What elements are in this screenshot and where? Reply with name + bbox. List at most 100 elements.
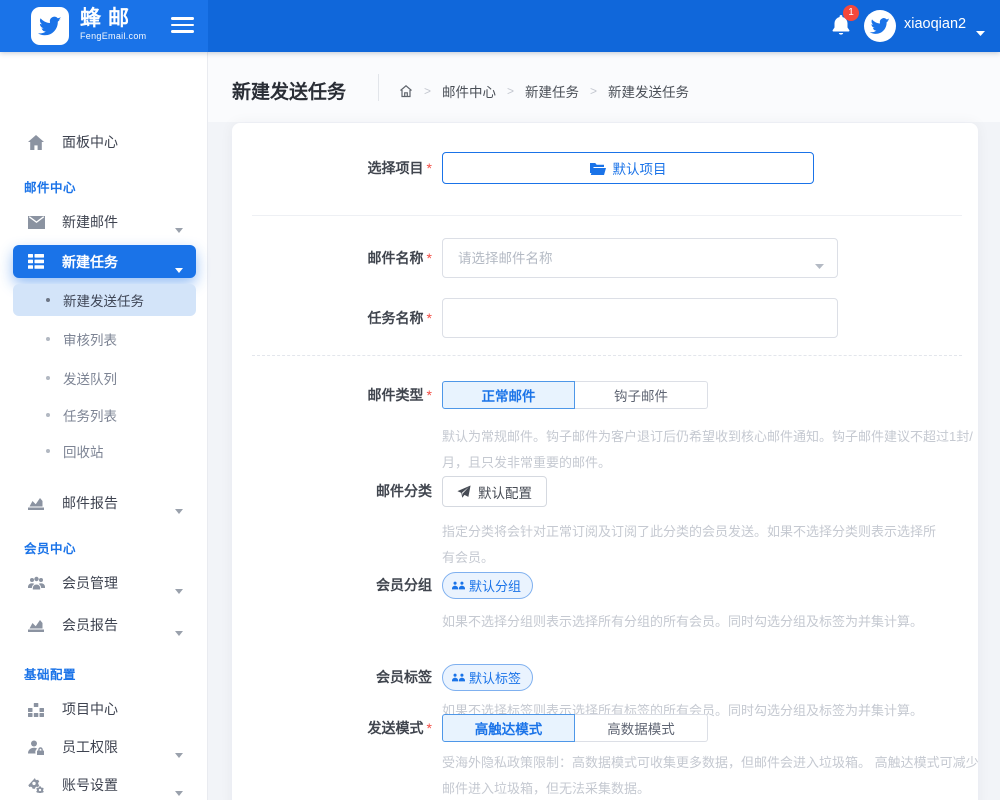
title-divider [378, 74, 379, 101]
field-label-project: 选择项目 * [367, 160, 432, 176]
app-logo[interactable] [31, 7, 69, 45]
sidebar-item-label: 项目中心 [62, 701, 118, 717]
sidebar-item-new-task[interactable]: 新建任务 [13, 245, 196, 278]
mail-type-option-normal[interactable]: 正常邮件 [442, 381, 575, 409]
content-area: 选择项目* 默认项目 邮件名称* 任务名称* [208, 122, 1000, 800]
bird-logo-icon [37, 16, 62, 36]
chevron-down-icon [175, 745, 183, 761]
field-row-project: 选择项目 * 默认项目 [232, 152, 978, 184]
sidebar-subitem-review-list[interactable]: 审核列表 [13, 324, 196, 354]
menu-toggle-icon[interactable] [171, 17, 194, 35]
sidebar-item-mail-report[interactable]: 邮件报告 [13, 488, 196, 518]
users-icon [452, 581, 465, 590]
sidebar-subitem-send-queue[interactable]: 发送队列 [13, 363, 196, 393]
field-row-send-mode: 发送模式 * 高触达模式 高数据模式 [232, 714, 978, 742]
field-row-mail-name: 邮件名称 * [232, 238, 978, 278]
sidebar-item-dashboard[interactable]: 面板中心 [13, 127, 196, 157]
bullet-dot [46, 376, 50, 380]
task-name-input[interactable] [442, 298, 838, 338]
chevron-down-icon [175, 581, 183, 597]
envelope-icon [28, 214, 45, 230]
sidebar-subitem-recycle-bin[interactable]: 回收站 [13, 436, 196, 466]
sidebar-item-account-settings[interactable]: 账号设置 [13, 770, 196, 800]
chart-icon [28, 495, 45, 511]
sidebar-item-project-center[interactable]: 项目中心 [13, 694, 196, 724]
notification-badge: 1 [843, 5, 859, 21]
page-title: 新建发送任务 [232, 82, 347, 103]
sidebar-item-label: 新建任务 [62, 253, 118, 270]
mail-type-help-text: 默认为常规邮件。钩子邮件为客户退订后仍希望收到核心邮件通知。钩子邮件建议不超过1… [442, 429, 973, 470]
section-divider-dashed [252, 355, 962, 356]
sidebar-section-mail-center: 邮件中心 [24, 181, 77, 195]
home-icon [28, 134, 45, 150]
select-caret-icon [815, 257, 824, 275]
sidebar-section-member-center: 会员中心 [24, 542, 77, 556]
mail-name-select-input[interactable] [443, 239, 837, 277]
sidebar-subitem-label: 任务列表 [63, 409, 117, 424]
bullet-dot [46, 298, 50, 302]
send-mode-option-high-data[interactable]: 高数据模式 [575, 714, 708, 742]
sidebar-subitem-label: 发送队列 [63, 372, 117, 387]
field-label-task-name: 任务名称 * [367, 310, 432, 326]
sidebar-subitem-new-send-task[interactable]: 新建发送任务 [13, 284, 196, 316]
brand-text: 蜂邮 FengEmail.com [80, 7, 146, 41]
member-group-help-text: 如果不选择分组则表示选择所有分组的所有会员。同时勾选分组及标签为并集计算。 [442, 614, 924, 629]
blocks-icon [28, 701, 45, 717]
field-row-mail-type: 邮件类型 * 正常邮件 钩子邮件 [232, 381, 978, 409]
grid-icon [28, 254, 45, 270]
paper-plane-icon [457, 484, 471, 498]
field-row-mail-category: 邮件分类 默认配置 [232, 476, 978, 507]
form-card: 选择项目* 默认项目 邮件名称* 任务名称* [232, 123, 979, 800]
users-icon [452, 673, 465, 682]
sidebar-subitem-label: 回收站 [63, 445, 104, 460]
sidebar-item-label: 员工权限 [62, 739, 118, 755]
sidebar-item-member-management[interactable]: 会员管理 [13, 568, 196, 598]
chevron-down-icon [175, 220, 183, 236]
chevron-down-icon [175, 783, 183, 799]
select-project-button[interactable]: 默认项目 [442, 152, 814, 184]
breadcrumb-item-new-task[interactable]: 新建任务 [525, 81, 579, 101]
field-label-mail-category: 邮件分类 [376, 483, 432, 499]
send-mode-option-high-reach[interactable]: 高触达模式 [442, 714, 575, 742]
page-title-bar: 新建发送任务 > 邮件中心 > 新建任务 > 新建发送任务 [208, 52, 1000, 122]
sidebar-subitem-label: 审核列表 [63, 333, 117, 348]
mail-category-button[interactable]: 默认配置 [442, 476, 547, 507]
field-row-member-group: 会员分组 默认分组 [232, 572, 978, 599]
chart-icon [28, 617, 45, 633]
top-header: 蜂邮 FengEmail.com 1 xiaoqian2 [0, 0, 1000, 52]
folder-open-icon [589, 162, 606, 175]
user-avatar[interactable] [864, 10, 896, 42]
username[interactable]: xiaoqian2 [904, 16, 966, 32]
breadcrumb-item-new-send-task: 新建发送任务 [608, 85, 690, 100]
gears-icon [28, 777, 45, 793]
mail-type-option-hook[interactable]: 钩子邮件 [575, 381, 708, 409]
member-group-button[interactable]: 默认分组 [442, 572, 534, 599]
user-dropdown-caret-icon[interactable] [976, 24, 985, 42]
mail-name-select[interactable] [442, 238, 838, 278]
brand-area: 蜂邮 FengEmail.com [0, 0, 208, 52]
avatar-bird-icon [869, 18, 890, 34]
breadcrumb-item-mail-center[interactable]: 邮件中心 [442, 81, 496, 101]
breadcrumb: > 邮件中心 > 新建任务 > 新建发送任务 [399, 81, 689, 101]
brand-name: 蜂邮 [80, 7, 136, 30]
breadcrumb-home-icon[interactable] [399, 84, 413, 98]
sidebar: 面板中心 邮件中心 新建邮件 新建任务 新建发送任务 审核列表 发送队列 任务列… [0, 52, 208, 800]
users-icon [28, 575, 45, 591]
field-row-member-tag: 会员标签 默认标签 [232, 664, 978, 691]
sidebar-section-basic-config: 基础配置 [24, 668, 77, 682]
chevron-down-icon [175, 623, 183, 639]
member-tag-button[interactable]: 默认标签 [442, 664, 534, 691]
field-label-member-tag: 会员标签 [376, 669, 432, 685]
sidebar-item-staff-permissions[interactable]: 员工权限 [13, 732, 196, 762]
sidebar-item-label: 新建邮件 [62, 214, 118, 230]
sidebar-item-label: 面板中心 [62, 134, 118, 150]
mail-type-toggle: 正常邮件 钩子邮件 [442, 381, 708, 409]
sidebar-item-new-mail[interactable]: 新建邮件 [13, 207, 196, 237]
breadcrumb-separator: > [424, 84, 432, 98]
sidebar-subitem-task-list[interactable]: 任务列表 [13, 400, 196, 430]
breadcrumb-separator: > [590, 84, 598, 98]
mail-category-help-text: 指定分类将会针对正常订阅及订阅了此分类的会员发送。如果不选择分类则表示选择所有会… [442, 524, 937, 565]
field-row-task-name: 任务名称 * [232, 298, 978, 338]
field-label-member-group: 会员分组 [376, 577, 432, 593]
sidebar-item-member-report[interactable]: 会员报告 [13, 610, 196, 640]
